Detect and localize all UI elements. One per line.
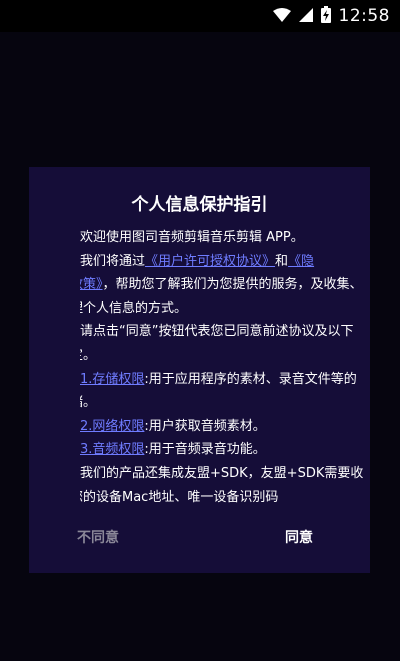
permission-storage: 1.存储权限:用于应用程序的素材、录音文件等的存储。 — [80, 368, 365, 415]
audio-permission-desc: :用于音频录音功能。 — [144, 442, 266, 458]
permission-network: 2.网络权限:用户获取音频素材。 — [80, 415, 365, 439]
status-bar: 12:58 — [0, 0, 400, 32]
license-agreement-link[interactable]: 《用户许可授权协议》 — [145, 254, 275, 269]
notice-and: 和 — [275, 253, 289, 269]
status-icons: 12:58 — [272, 5, 391, 27]
status-time: 12:58 — [338, 6, 390, 26]
storage-permission-link[interactable]: 1.存储权限 — [80, 372, 144, 387]
signal-icon — [298, 7, 313, 26]
network-permission-link[interactable]: 2.网络权限 — [80, 419, 144, 434]
notice-paragraph: 我们将通过《用户许可授权协议》和《隐私政策》，帮助您了解我们为您提供的服务，及收… — [80, 250, 365, 321]
privacy-policy-link-part2[interactable]: 私政策》 — [80, 277, 103, 292]
notice-prefix: 我们将通过 — [80, 253, 146, 269]
privacy-dialog: 个人信息保护指引 欢迎使用图司音频剪辑音乐剪辑 APP。 我们将通过《用户许可授… — [29, 167, 370, 573]
consent-paragraph: 请点击“同意”按钮代表您已同意前述协议及以下约定。 — [80, 324, 354, 363]
notice-suffix: ，帮助您了解我们为您提供的服务，及收集、处理个人信息的方式。 — [80, 277, 363, 316]
permission-audio: 3.音频权限:用于音频录音功能。 — [80, 438, 365, 462]
battery-charging-icon — [320, 5, 331, 27]
dialog-title: 个人信息保护指引 — [131, 195, 268, 215]
privacy-policy-link-part1[interactable]: 《隐 — [288, 254, 314, 269]
disagree-button[interactable]: 不同意 — [73, 525, 123, 549]
audio-permission-link[interactable]: 3.音频权限 — [80, 442, 144, 457]
screen: 12:58 个人信息保护指引 欢迎使用图司音频剪辑音乐剪辑 APP。 我们将通过… — [0, 0, 400, 661]
network-permission-desc: :用户获取音频素材。 — [144, 418, 266, 434]
dialog-body[interactable]: 欢迎使用图司音频剪辑音乐剪辑 APP。 我们将通过《用户许可授权协议》和《隐私政… — [80, 226, 365, 503]
welcome-text: 欢迎使用图司音频剪辑音乐剪辑 APP。 — [80, 230, 304, 245]
sdk-paragraph: 我们的产品还集成友盟+SDK，友盟+SDK需要收集您的设备Mac地址、唯一设备识… — [80, 465, 364, 503]
wifi-icon — [272, 7, 291, 26]
agree-button[interactable]: 同意 — [281, 525, 317, 549]
